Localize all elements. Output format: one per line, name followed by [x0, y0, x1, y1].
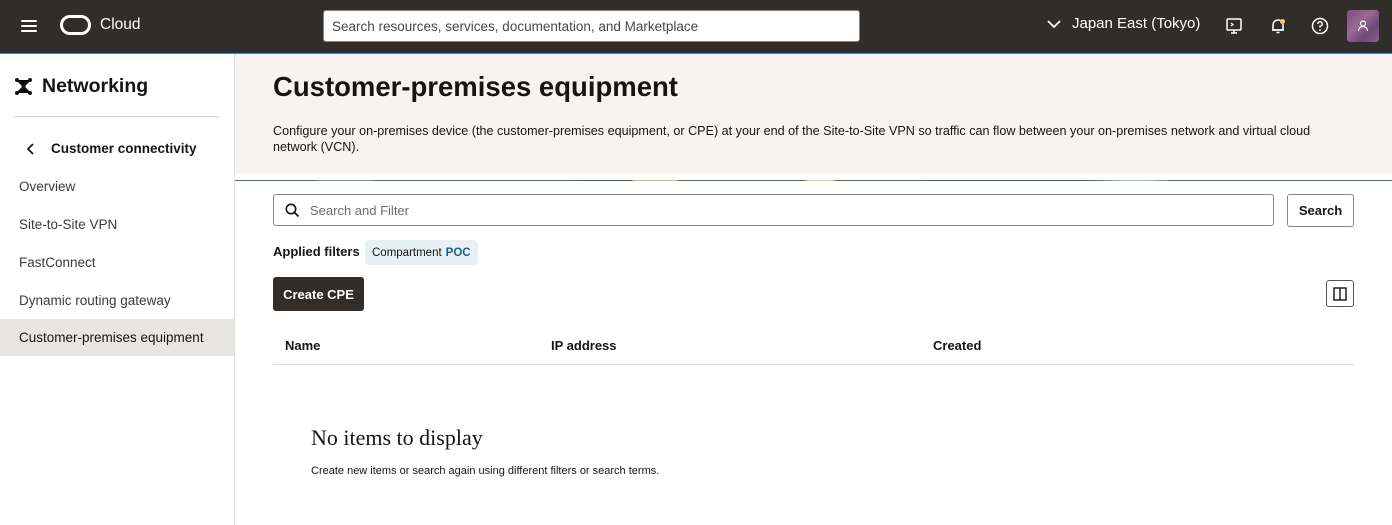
sidebar-item-label: Site-to-Site VPN: [19, 217, 118, 232]
empty-state-title: No items to display: [311, 425, 483, 450]
sidebar-item-fastconnect[interactable]: FastConnect: [0, 244, 234, 281]
column-header-ip-address[interactable]: IP address: [551, 338, 617, 353]
column-settings-button[interactable]: [1326, 280, 1354, 307]
search-and-filter-input[interactable]: Search and Filter: [273, 194, 1274, 226]
region-label: Japan East (Tokyo): [1072, 15, 1201, 32]
global-search-placeholder: Search resources, services, documentatio…: [332, 18, 699, 34]
sidebar-item-site-to-site-vpn[interactable]: Site-to-Site VPN: [0, 206, 234, 243]
back-link-label: Customer connectivity: [51, 141, 197, 156]
filter-chip-compartment[interactable]: Compartment POC: [365, 240, 478, 265]
page-header: Customer-premises equipment Configure yo…: [235, 54, 1392, 174]
decorative-banner: [235, 174, 1392, 181]
user-avatar[interactable]: [1347, 10, 1379, 42]
global-search-input[interactable]: Search resources, services, documentatio…: [323, 10, 860, 42]
chevron-left-icon: [26, 142, 34, 155]
chevron-down-icon: [1047, 19, 1061, 28]
top-navigation-bar: Cloud Search resources, services, docume…: [0, 0, 1392, 53]
cloud-shell-icon[interactable]: [1223, 15, 1245, 37]
sidebar-item-label: Overview: [19, 179, 76, 194]
filter-chip-key: Compartment: [372, 246, 442, 259]
sidebar-divider: [14, 116, 219, 117]
oracle-logo-icon[interactable]: [60, 15, 91, 35]
sidebar: Networking Customer connectivity Overvie…: [0, 54, 235, 525]
create-cpe-button[interactable]: Create CPE: [273, 277, 364, 311]
empty-state-message: Create new items or search again using d…: [311, 465, 660, 477]
column-header-created[interactable]: Created: [933, 338, 981, 353]
applied-filters-label: Applied filters: [273, 244, 360, 259]
page-title: Customer-premises equipment: [273, 71, 678, 102]
sidebar-header: Networking: [14, 75, 148, 98]
sidebar-item-dynamic-routing-gateway[interactable]: Dynamic routing gateway: [0, 282, 234, 319]
column-header-name[interactable]: Name: [285, 338, 320, 353]
filter-chip-value: POC: [445, 246, 471, 259]
menu-icon[interactable]: [19, 17, 39, 35]
sidebar-item-label: Dynamic routing gateway: [19, 293, 171, 308]
sidebar-item-customer-premises-equipment[interactable]: Customer-premises equipment: [0, 319, 234, 356]
region-selector[interactable]: Japan East (Tokyo): [1046, 15, 1200, 32]
split-view-icon: [1333, 286, 1347, 301]
search-icon: [285, 203, 300, 217]
sidebar-item-label: FastConnect: [19, 255, 96, 270]
page-description: Configure your on-premises device (the c…: [273, 124, 1311, 154]
main-content: Customer-premises equipment Configure yo…: [235, 54, 1392, 525]
sidebar-item-overview[interactable]: Overview: [0, 168, 234, 205]
back-to-customer-connectivity[interactable]: Customer connectivity: [26, 141, 197, 156]
table-header-divider: [273, 364, 1354, 365]
brand-label[interactable]: Cloud: [100, 16, 141, 34]
user-icon: [1357, 20, 1369, 32]
filter-placeholder: Search and Filter: [310, 202, 409, 218]
search-button[interactable]: Search: [1287, 194, 1354, 227]
notifications-bell-icon[interactable]: [1267, 15, 1289, 37]
sidebar-title: Networking: [42, 75, 149, 97]
networking-icon: [15, 78, 32, 95]
help-icon[interactable]: [1309, 15, 1331, 37]
sidebar-item-label: Customer-premises equipment: [19, 330, 204, 345]
